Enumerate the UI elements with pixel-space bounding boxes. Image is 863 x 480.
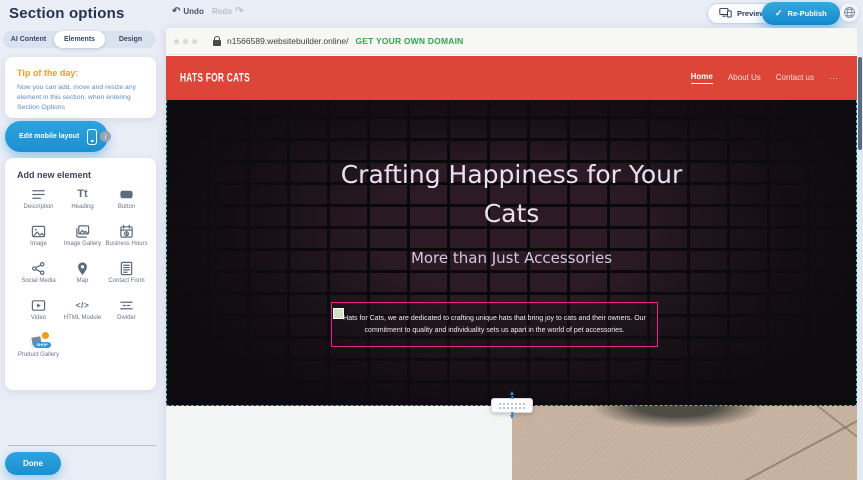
- browser-dot: [192, 39, 197, 44]
- info-icon[interactable]: i: [100, 131, 111, 142]
- element-contact-form[interactable]: Contact Form: [105, 260, 148, 293]
- republish-label: Re-Publish: [788, 9, 827, 18]
- browser-dot: [174, 39, 179, 44]
- contact-form-icon: [105, 260, 148, 276]
- page-title: Section options: [9, 5, 125, 22]
- site-page: n1566589.websitebuilder.online/ GET YOUR…: [166, 28, 857, 480]
- element-business-hours[interactable]: Business Hours: [105, 223, 148, 256]
- description-icon: [17, 186, 60, 202]
- hero-content: Crafting Happiness for Your Cats More th…: [167, 100, 856, 405]
- element-product-gallery[interactable]: SHOP Product Gallery: [17, 334, 60, 367]
- get-your-own-domain-link[interactable]: GET YOUR OWN DOMAIN: [355, 36, 463, 46]
- heading-icon: Tt: [61, 186, 104, 202]
- lock-icon: [213, 40, 221, 46]
- element-description[interactable]: Description: [17, 186, 60, 219]
- browser-address-bar: n1566589.websitebuilder.online/ GET YOUR…: [166, 28, 857, 55]
- hero-subheading[interactable]: More than Just Accessories: [411, 249, 612, 267]
- hero-heading[interactable]: Crafting Happiness for Your Cats: [322, 156, 702, 234]
- image-gallery-icon: [61, 223, 104, 239]
- element-image[interactable]: Image: [17, 223, 60, 256]
- tip-title: Tip of the day:: [17, 68, 144, 78]
- language-globe-button[interactable]: [840, 3, 859, 22]
- html-module-icon: </>: [61, 297, 104, 313]
- resize-grip-dots: [498, 402, 526, 410]
- done-button[interactable]: Done: [5, 452, 61, 475]
- devices-icon: [719, 7, 732, 20]
- nav-more-icon[interactable]: ⋯: [829, 73, 839, 84]
- site-preview-frame: n1566589.websitebuilder.online/ GET YOUR…: [166, 28, 863, 480]
- smartphone-icon: [87, 129, 97, 145]
- business-hours-icon: [105, 223, 148, 239]
- hero-body-text: Hats for Cats, we are dedicated to craft…: [341, 313, 648, 335]
- globe-icon: [843, 6, 856, 19]
- preview-scrollbar-track[interactable]: [857, 28, 863, 480]
- video-icon: [17, 297, 60, 313]
- hero-section-selected[interactable]: Crafting Happiness for Your Cats More th…: [166, 100, 857, 406]
- preview-scrollbar-thumb[interactable]: [858, 57, 862, 150]
- sidebar-divider: [8, 445, 156, 446]
- element-image-gallery[interactable]: Image Gallery: [61, 223, 104, 256]
- check-icon: ✓: [775, 8, 783, 19]
- image-icon: [17, 223, 60, 239]
- notification-badge: [42, 332, 49, 339]
- undo-label: Undo: [183, 7, 203, 16]
- hero-text-element-selected[interactable]: Hats for Cats, we are dedicated to craft…: [331, 302, 658, 347]
- divider-icon: [105, 297, 148, 313]
- element-social-media[interactable]: Social Media: [17, 260, 60, 293]
- sidebar-tabs: AI Content Elements Design: [3, 31, 156, 48]
- resize-arrow-down-icon: ▼: [509, 414, 516, 421]
- top-toolbar: Section options ↶ Undo Redo ↷ Preview ✓ …: [0, 0, 863, 28]
- undo-button[interactable]: ↶ Undo: [172, 7, 204, 16]
- nav-contact-us[interactable]: Contact us: [776, 73, 814, 84]
- tab-elements[interactable]: Elements: [54, 31, 105, 48]
- section-resize-handle[interactable]: ▲ ▼: [491, 398, 533, 413]
- site-url[interactable]: n1566589.websitebuilder.online/: [227, 36, 348, 46]
- element-map[interactable]: Map: [61, 260, 104, 293]
- element-button[interactable]: Button: [105, 186, 148, 219]
- element-video[interactable]: Video: [17, 297, 60, 330]
- tip-of-the-day-card: Tip of the day: Now you can add, move an…: [5, 57, 156, 118]
- tip-body: Now you can add, move and resize any ele…: [17, 83, 144, 114]
- element-heading[interactable]: Tt Heading: [61, 186, 104, 219]
- add-new-element-panel: Add new element Description Tt Heading B…: [5, 158, 156, 390]
- website-builder-app: Section options ↶ Undo Redo ↷ Preview ✓ …: [0, 0, 863, 480]
- pavement-photo: [512, 406, 857, 480]
- edit-mobile-layout-button[interactable]: Edit mobile layout: [5, 121, 108, 152]
- redo-button[interactable]: Redo ↷: [212, 7, 243, 16]
- nav-home[interactable]: Home: [691, 72, 713, 84]
- add-element-title: Add new element: [17, 170, 148, 180]
- pavement-seam: [801, 406, 857, 449]
- element-drag-handle[interactable]: [333, 308, 344, 319]
- undo-icon: ↶: [172, 8, 180, 16]
- redo-icon: ↷: [235, 8, 243, 16]
- republish-button[interactable]: ✓ Re-Publish: [762, 2, 840, 25]
- redo-label: Redo: [212, 7, 232, 16]
- element-divider[interactable]: Divider: [105, 297, 148, 330]
- nav-about-us[interactable]: About Us: [728, 73, 761, 84]
- product-gallery-icon: SHOP: [17, 334, 60, 350]
- element-grid: Description Tt Heading Button: [17, 186, 148, 367]
- button-icon: [105, 186, 148, 202]
- element-html-module[interactable]: </> HTML Module: [61, 297, 104, 330]
- edit-mobile-layout-label: Edit mobile layout: [19, 133, 79, 140]
- tab-ai-content[interactable]: AI Content: [3, 31, 54, 48]
- site-header: HATS FOR CATS Home About Us Contact us ⋯: [166, 56, 857, 100]
- tab-design[interactable]: Design: [105, 31, 156, 48]
- social-media-icon: [17, 260, 60, 276]
- browser-dot: [183, 39, 188, 44]
- map-pin-icon: [61, 260, 104, 276]
- site-nav: Home About Us Contact us ⋯: [691, 72, 839, 84]
- shop-badge: SHOP: [34, 342, 51, 348]
- site-logo[interactable]: HATS FOR CATS: [180, 71, 250, 85]
